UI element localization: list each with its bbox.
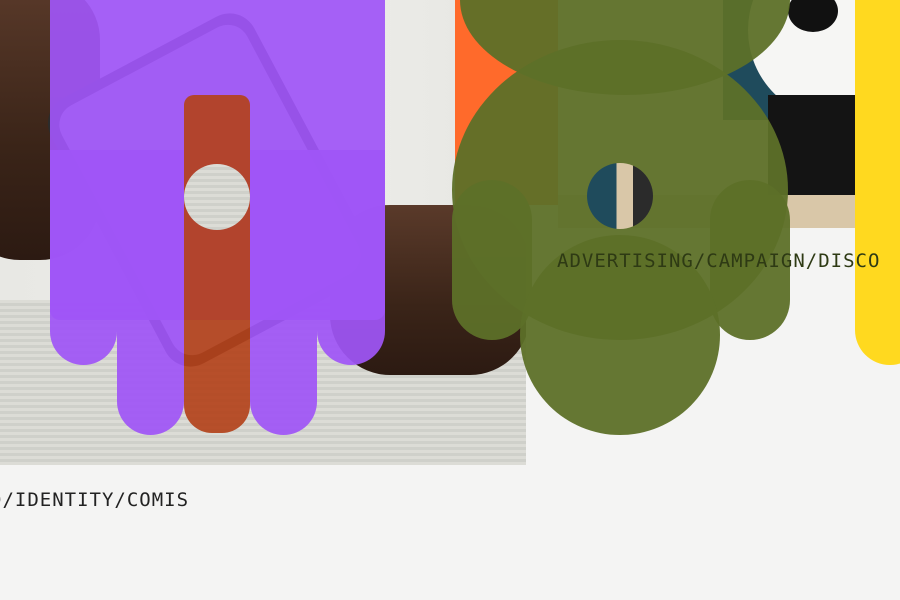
rust-shape (184, 95, 250, 433)
purple-shape-finger-1 (50, 150, 117, 365)
olive-shape-hole (587, 163, 653, 229)
purple-shape-finger-3 (250, 150, 317, 435)
project-caption-advertising[interactable]: ADVERTISING/CAMPAIGN/DISCO (557, 250, 880, 272)
purple-shape-finger-4 (317, 150, 385, 365)
olive-shape-lobe-left (452, 180, 532, 340)
yellow-shape (855, 0, 900, 365)
purple-shape-finger-2 (117, 150, 184, 435)
project-caption-identity[interactable]: D/IDENTITY/COMIS (0, 489, 189, 511)
rust-shape-hole (184, 164, 250, 230)
portfolio-stage: ADVERTISING/CAMPAIGN/DISCO D/IDENTITY/CO… (0, 0, 900, 600)
